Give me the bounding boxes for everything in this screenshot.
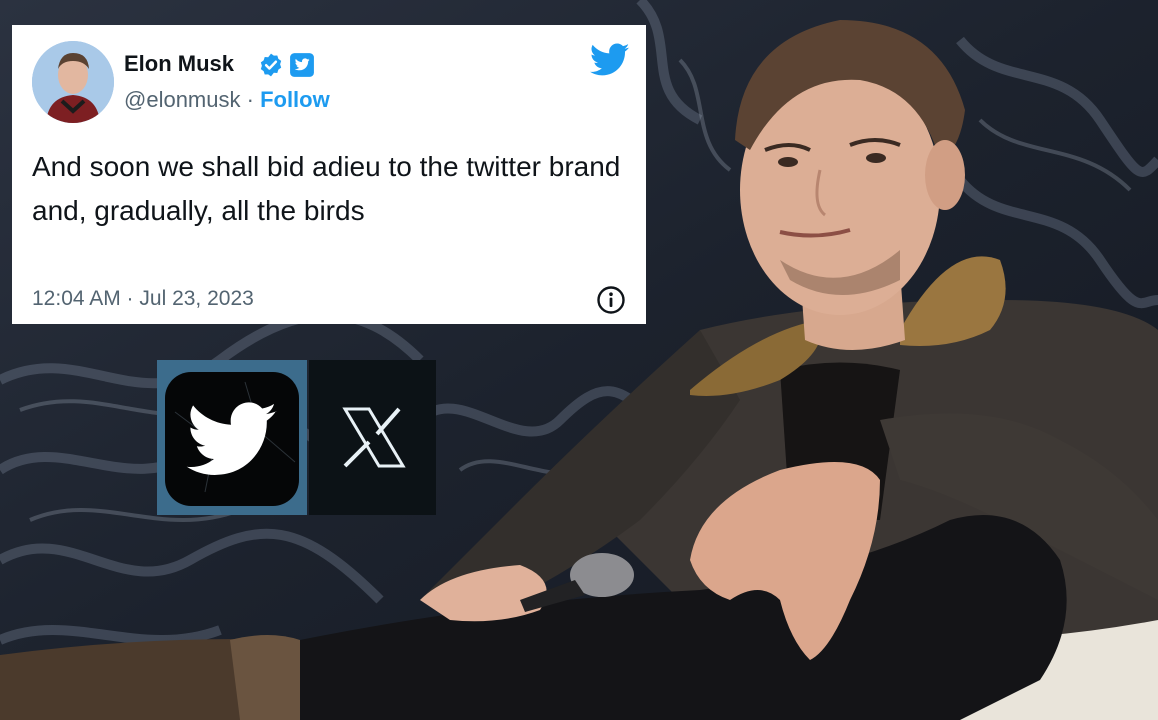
author-name[interactable]: Elon Musk (124, 51, 234, 77)
tweet-text: And soon we shall bid adieu to the twitt… (32, 151, 621, 226)
twitter-blue-icon (290, 53, 314, 77)
tweet-card[interactable]: Elon Musk @elonmusk · Follow And soon we… (12, 25, 646, 324)
verified-badge-icon (260, 53, 282, 77)
info-icon[interactable] (596, 285, 626, 315)
author-handle[interactable]: @elonmusk (124, 87, 241, 112)
x-logo (309, 360, 436, 515)
handle-separator: · (240, 87, 261, 112)
avatar[interactable] (32, 41, 114, 123)
author-handle-line: @elonmusk · Follow (124, 87, 330, 113)
twitter-app-icon (165, 372, 299, 506)
tweet-timestamp[interactable]: 12:04 AM · Jul 23, 2023 (32, 287, 254, 311)
follow-link[interactable]: Follow (260, 87, 330, 112)
twitter-bird-icon[interactable] (590, 43, 630, 77)
twitter-bird-logo (157, 360, 307, 515)
meme-image: Elon Musk @elonmusk · Follow And soon we… (0, 0, 1158, 720)
